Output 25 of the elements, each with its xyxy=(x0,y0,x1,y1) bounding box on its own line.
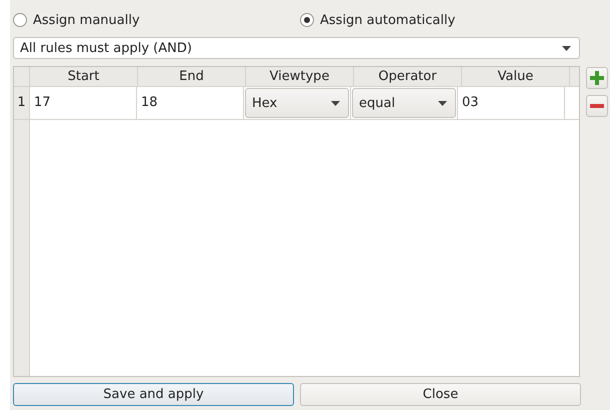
caret-icon xyxy=(438,100,447,106)
table-cell[interactable]: 18 xyxy=(137,87,244,119)
column-header[interactable]: End xyxy=(138,67,246,86)
radio-button[interactable] xyxy=(300,13,314,27)
radio-label[interactable]: Assign manually xyxy=(33,12,140,28)
rule-mode-dropdown[interactable]: All rules must apply (AND) xyxy=(13,37,580,59)
plus-icon xyxy=(590,71,604,85)
add-button[interactable] xyxy=(586,67,608,89)
table-cell[interactable]: 03 xyxy=(458,87,565,119)
column-header[interactable]: Viewtype xyxy=(246,67,354,86)
cell-dropdown[interactable]: Hex xyxy=(245,88,349,118)
radio-button[interactable] xyxy=(13,13,27,27)
row-number: 1 xyxy=(14,87,30,119)
cell-dropdown[interactable]: equal xyxy=(352,88,456,118)
column-header[interactable]: Start xyxy=(30,67,138,86)
column-header[interactable]: Operator xyxy=(354,67,462,86)
column-header[interactable]: Value xyxy=(462,67,570,86)
caret-icon xyxy=(331,100,340,106)
radio-label[interactable]: Assign automatically xyxy=(320,12,456,28)
dialog-button[interactable]: Close xyxy=(300,383,581,406)
table-cell[interactable]: 17 xyxy=(30,87,137,119)
dialog-button[interactable]: Save and apply xyxy=(13,383,294,406)
caret-icon xyxy=(562,46,571,50)
minus-icon xyxy=(590,104,604,108)
remove-button[interactable] xyxy=(586,95,608,117)
